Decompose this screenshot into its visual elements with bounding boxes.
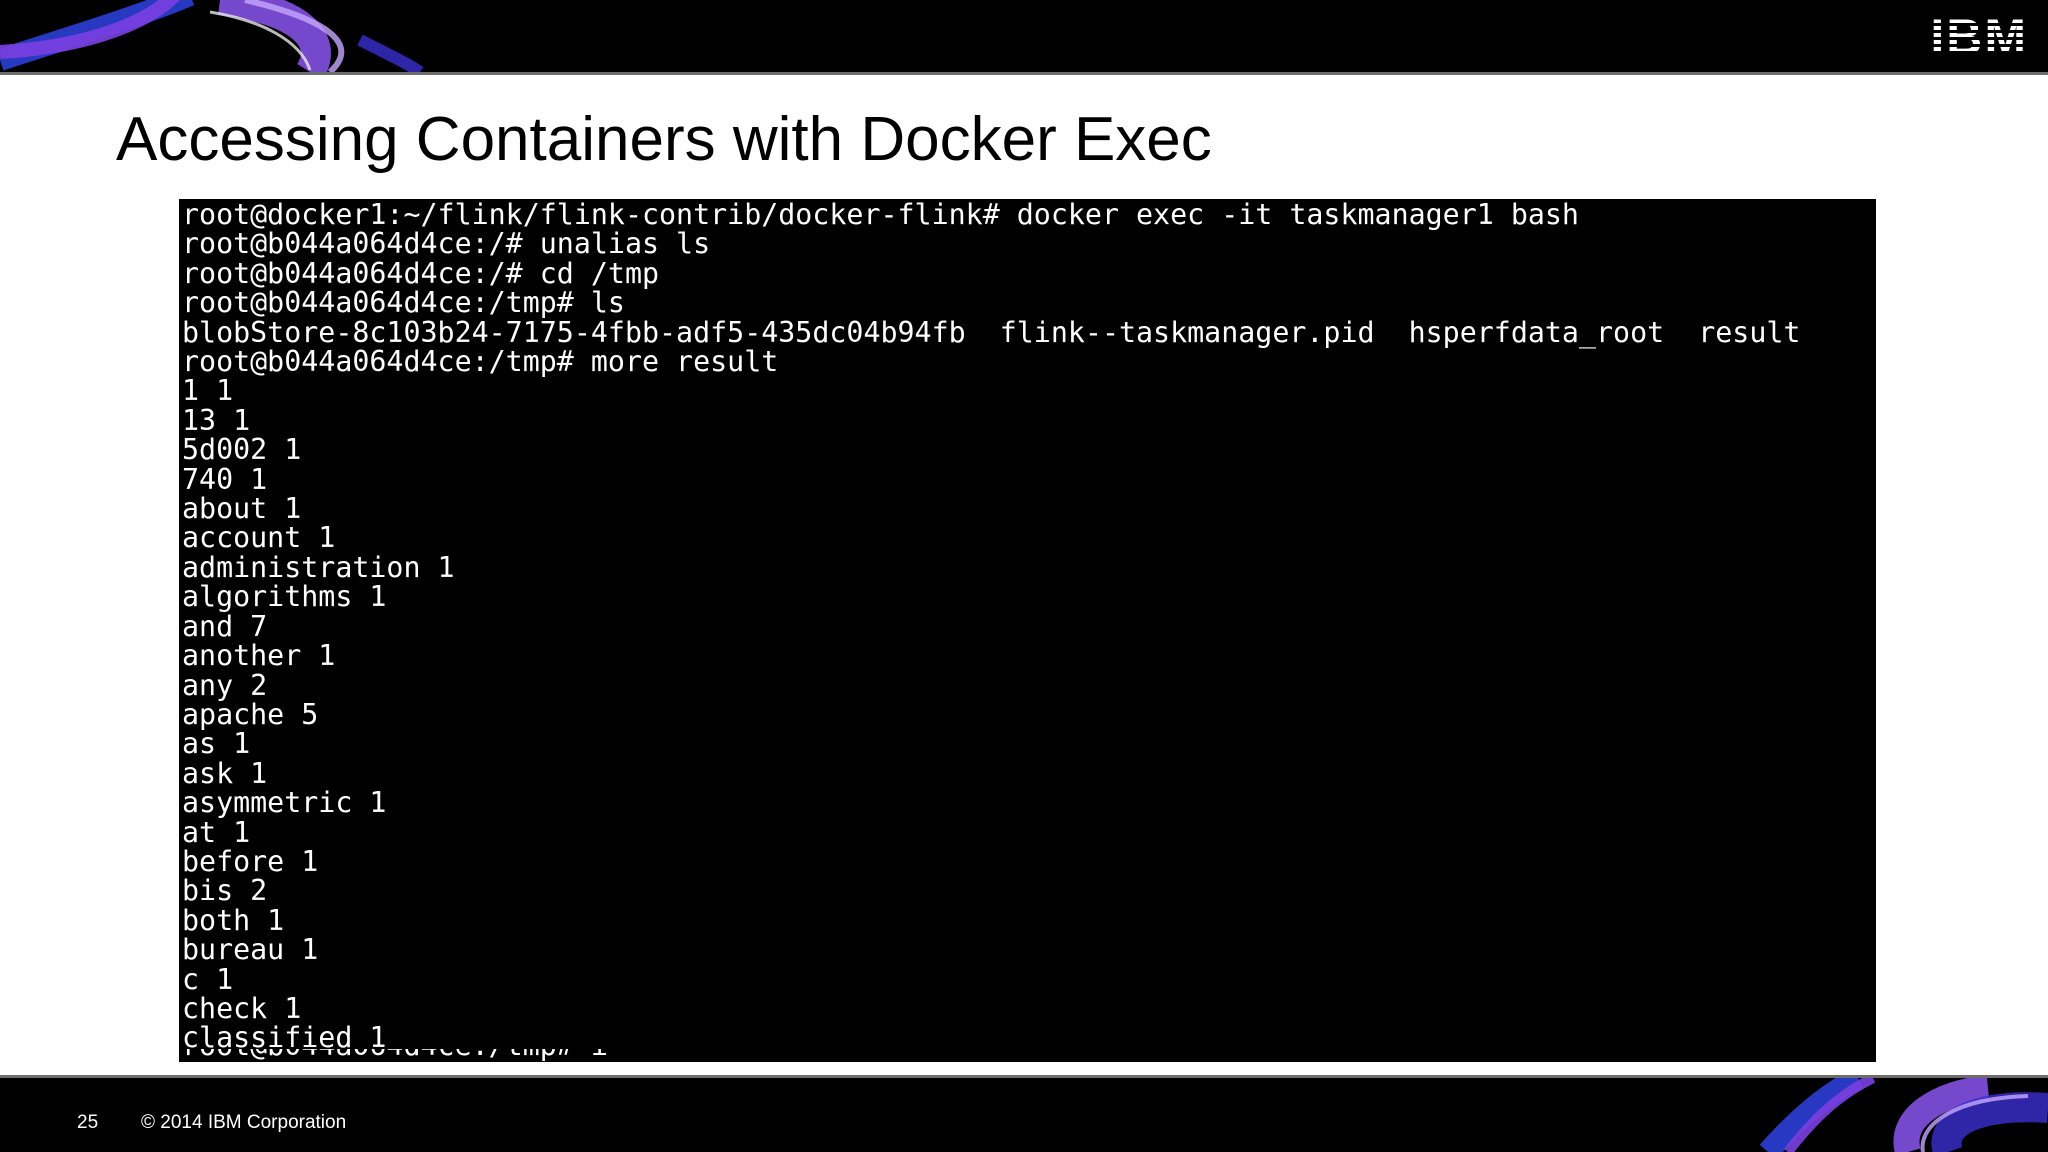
terminal-screenshot: root@docker1:~/flink/flink-contrib/docke… [179, 199, 1876, 1062]
terminal-line: as 1 [182, 727, 251, 761]
copyright-text: © 2014 IBM Corporation [141, 1112, 347, 1133]
terminal-line: bureau 1 [182, 933, 319, 967]
terminal-line: another 1 [182, 639, 336, 673]
terminal-line: administration 1 [182, 550, 455, 584]
terminal-line: and 7 [182, 609, 268, 643]
terminal-line: about 1 [182, 492, 302, 526]
terminal-line: before 1 [182, 844, 319, 878]
terminal-line: ask 1 [182, 756, 268, 790]
header-divider [0, 72, 2048, 75]
decorative-swoosh-graphic [0, 0, 424, 72]
page-title: Accessing Containers with Docker Exec [116, 105, 1212, 174]
terminal-line: at 1 [182, 815, 251, 849]
terminal-line: 740 1 [182, 462, 268, 496]
terminal-line: root@b044a064d4ce:/tmp# ls [182, 286, 625, 320]
terminal-line: root@b044a064d4ce:/# unalias ls [182, 227, 711, 261]
decorative-swoosh-graphic [1759, 1078, 2048, 1152]
terminal-line: root@b044a064d4ce:/tmp# more result [182, 345, 779, 379]
terminal-line: any 2 [182, 668, 268, 702]
terminal-line: bis 2 [182, 874, 268, 908]
terminal-line: 1 1 [182, 374, 234, 408]
terminal-line: root@docker1:~/flink/flink-contrib/docke… [182, 199, 1579, 231]
terminal-line: both 1 [182, 903, 285, 937]
terminal-cut-off-line: root@b044a064d4ce:/tmp# i [179, 1049, 1876, 1062]
terminal-line: apache 5 [182, 697, 319, 731]
terminal-output: root@docker1:~/flink/flink-contrib/docke… [179, 200, 1800, 1053]
terminal-line: algorithms 1 [182, 580, 387, 614]
terminal-line: blobStore-8c103b24-7175-4fbb-adf5-435dc0… [182, 315, 1801, 349]
terminal-line: c 1 [182, 962, 234, 996]
header-bar: IBM [0, 0, 2048, 72]
terminal-line: 13 1 [182, 403, 251, 437]
terminal-line: account 1 [182, 521, 336, 555]
ibm-logo: IBM [1930, 9, 2028, 65]
terminal-line: 5d002 1 [182, 433, 302, 467]
footer-bar: 25 © 2014 IBM Corporation [0, 1078, 2048, 1152]
terminal-line: check 1 [182, 991, 302, 1025]
page-number: 25 [77, 1112, 99, 1133]
terminal-line: root@b044a064d4ce:/# cd /tmp [182, 256, 660, 290]
terminal-line: asymmetric 1 [182, 786, 387, 820]
